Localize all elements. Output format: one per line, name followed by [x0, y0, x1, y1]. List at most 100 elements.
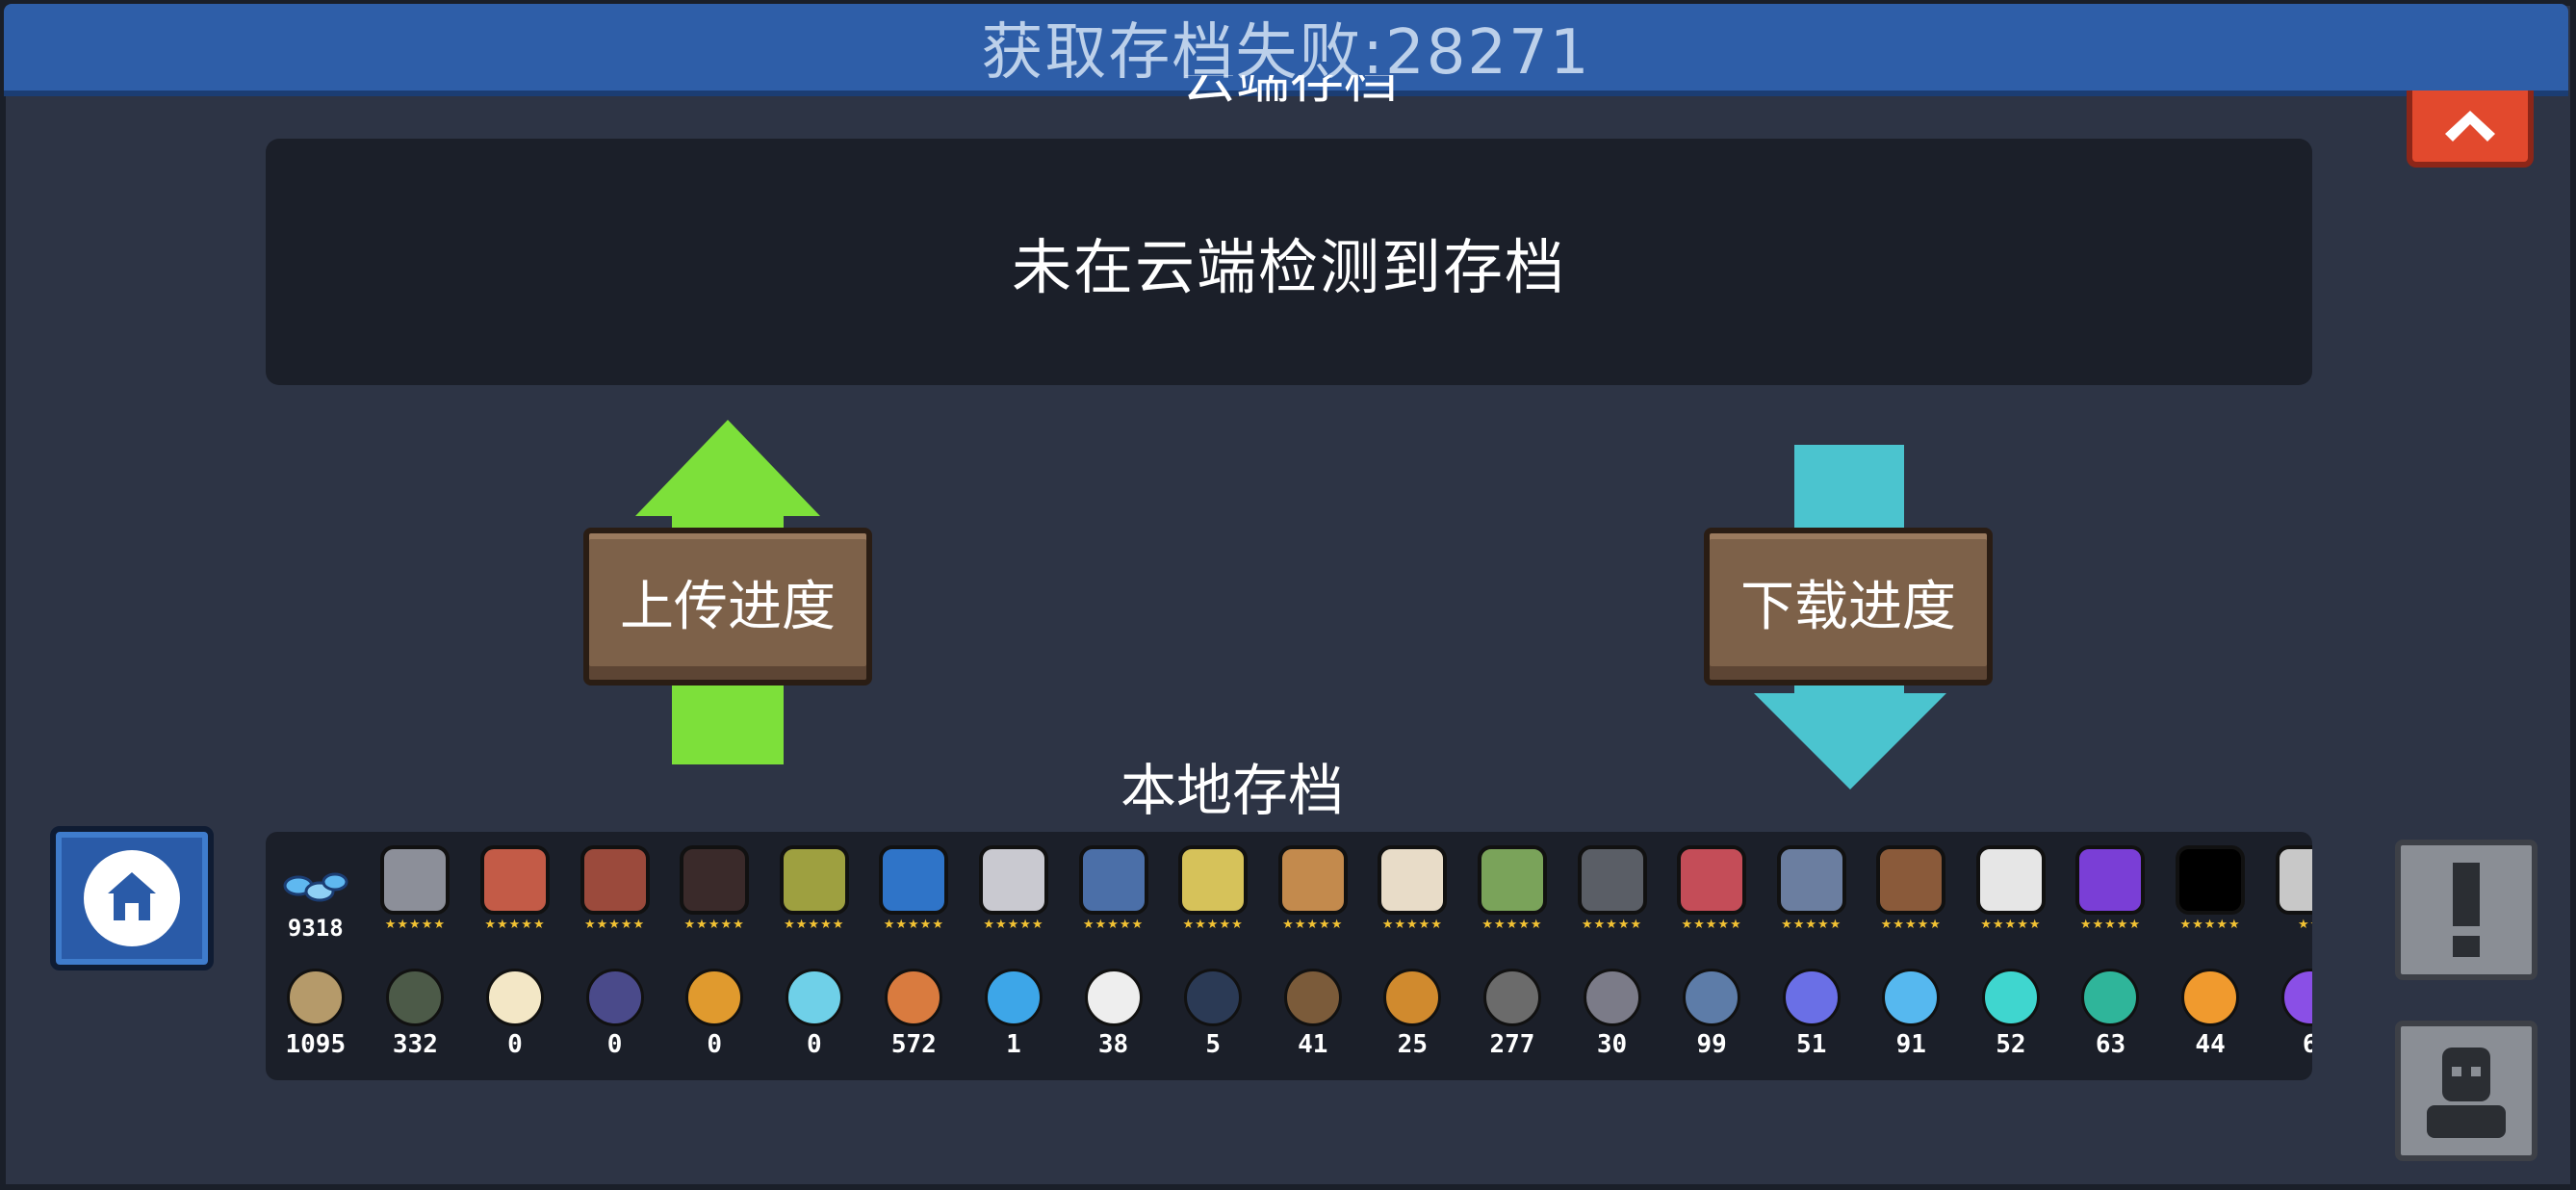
material-count: 332 — [392, 1030, 438, 1059]
character-stars: ★★★★★ — [583, 918, 646, 932]
material-slot: 0 — [465, 965, 565, 1080]
material-count: 277 — [1489, 1030, 1535, 1059]
download-button-label: 下载进度 — [1740, 575, 1956, 638]
character-slot[interactable]: ★★★★★ — [366, 840, 466, 955]
material-slot: 38 — [1064, 965, 1164, 1080]
material-count: 1095 — [285, 1030, 347, 1059]
character-stars: ★★★★★ — [1082, 918, 1145, 932]
character-slot[interactable]: ★★★★★ — [2061, 840, 2161, 955]
character-slot[interactable]: ★★★★★ — [1462, 840, 1562, 955]
character-slot[interactable]: ★★★★★ — [1263, 840, 1363, 955]
character-druid-icon — [1477, 845, 1547, 915]
material-count: 38 — [1097, 1030, 1129, 1059]
horn-icon — [1283, 969, 1342, 1026]
character-priest-icon — [1378, 845, 1448, 915]
material-slot: 6 — [2260, 965, 2312, 1080]
upload-button-label: 上传进度 — [620, 575, 836, 638]
character-stars: ★★★★★ — [683, 918, 745, 932]
character-slot[interactable]: ★★★★★ — [1762, 840, 1862, 955]
character-stars: ★★ — [2298, 918, 2312, 932]
material-count: 5 — [1205, 1030, 1221, 1059]
character-stars: ★★★★★ — [1481, 918, 1543, 932]
company-logo-button[interactable] — [50, 826, 214, 970]
material-count: 0 — [707, 1030, 722, 1059]
material-slot: 0 — [565, 965, 665, 1080]
collapse-button[interactable] — [2407, 91, 2534, 168]
material-slot: 332 — [366, 965, 466, 1080]
character-stars: ★★★★★ — [1381, 918, 1443, 932]
upload-arrow-stem — [672, 684, 784, 764]
character-stars: ★★★★★ — [484, 918, 546, 932]
character-slot[interactable]: ★★★★★ — [2160, 840, 2260, 955]
blue-shard-icon — [1882, 969, 1941, 1026]
character-slot[interactable]: ★★★★★ — [664, 840, 764, 955]
material-slot: 0 — [664, 965, 764, 1080]
material-slot: 91 — [1862, 965, 1962, 1080]
chillyroom-logo-icon — [84, 850, 180, 946]
character-stars: ★★★★★ — [883, 918, 944, 932]
material-slot: 63 — [2061, 965, 2161, 1080]
material-slot: 572 — [864, 965, 965, 1080]
character-slot[interactable]: ★★★★★ — [964, 840, 1064, 955]
profile-button[interactable] — [2395, 1021, 2537, 1161]
wood-icon — [286, 969, 345, 1026]
alert-button[interactable] — [2395, 840, 2537, 980]
green-shard-icon — [2081, 969, 2140, 1026]
material-slot: 44 — [2160, 965, 2260, 1080]
material-count: 51 — [1796, 1030, 1827, 1059]
feather-coin-icon — [1184, 969, 1243, 1026]
character-slot[interactable]: ★★★★★ — [1862, 840, 1962, 955]
gem-cell: 9318 — [266, 840, 366, 955]
fish-icon — [1383, 969, 1442, 1026]
character-berserker-icon — [1677, 845, 1747, 915]
character-taoist-icon — [1975, 845, 2046, 915]
download-arrow-icon — [1754, 693, 1946, 789]
character-stars: ★★★★★ — [1282, 918, 1344, 932]
material-count: 0 — [806, 1030, 822, 1059]
character-slot[interactable]: ★★★★★ — [465, 840, 565, 955]
character-stars: ★★★★★ — [1781, 918, 1842, 932]
character-slot[interactable]: ★★★★★ — [764, 840, 864, 955]
character-slot[interactable]: ★★★★★ — [565, 840, 665, 955]
character-stars: ★★★★★ — [2179, 918, 2241, 932]
character-slot[interactable]: ★★★★★ — [1662, 840, 1762, 955]
character-slot[interactable]: ★★★★★ — [1163, 840, 1263, 955]
ore-icon — [1583, 969, 1641, 1026]
upload-arrow-icon — [635, 420, 820, 516]
download-progress-button[interactable]: 下载进度 — [1704, 528, 1993, 686]
material-count: 52 — [1996, 1030, 2026, 1059]
purple-shard-icon — [1782, 969, 1841, 1026]
material-count: 30 — [1596, 1030, 1628, 1059]
character-slot[interactable]: ★★★★★ — [864, 840, 965, 955]
chevron-up-icon — [2445, 111, 2495, 142]
material-slot: 51 — [1762, 965, 1862, 1080]
local-save-panel: 9318 ★★★★★ ★★★★★ ★★★★★ ★★★★★ ★★★★★ ★★★★★ ★★★★★… — [266, 832, 2312, 1080]
character-stars: ★★★★★ — [784, 918, 845, 932]
character-slot[interactable]: ★★★★★ — [1961, 840, 2061, 955]
dark-book-icon — [585, 969, 644, 1026]
character-stars: ★★★★★ — [1681, 918, 1742, 932]
character-assassin-icon — [680, 845, 750, 915]
upload-arrow-shaft — [672, 510, 784, 530]
character-stars: ★★★★★ — [1980, 918, 2042, 932]
character-stars: ★★★★★ — [983, 918, 1044, 932]
material-slot: 25 — [1363, 965, 1463, 1080]
character-elf-icon — [1178, 845, 1249, 915]
material-count: 572 — [890, 1030, 937, 1059]
character-stars: ★★★★★ — [1880, 918, 1942, 932]
character-slot[interactable]: ★★★★★ — [1363, 840, 1463, 955]
cloud-save-label: 云端存档 — [1182, 75, 1398, 111]
violet-shard-icon — [2280, 969, 2312, 1026]
material-slot: 0 — [764, 965, 864, 1080]
character-slot[interactable]: ★★ — [2260, 840, 2312, 955]
upload-progress-button[interactable]: 上传进度 — [583, 528, 872, 686]
orange-shard-icon — [2181, 969, 2240, 1026]
material-slot: 277 — [1462, 965, 1562, 1080]
download-arrow-stem — [1794, 445, 1904, 531]
character-slot[interactable]: ★★★★★ — [1562, 840, 1662, 955]
cloud-status-message: 未在云端检测到存档 — [1011, 232, 1566, 302]
character-slot[interactable]: ★★★★★ — [1064, 840, 1164, 955]
character-rogue-icon — [479, 845, 550, 915]
character-officer-icon — [1876, 845, 1946, 915]
material-count: 41 — [1298, 1030, 1328, 1059]
